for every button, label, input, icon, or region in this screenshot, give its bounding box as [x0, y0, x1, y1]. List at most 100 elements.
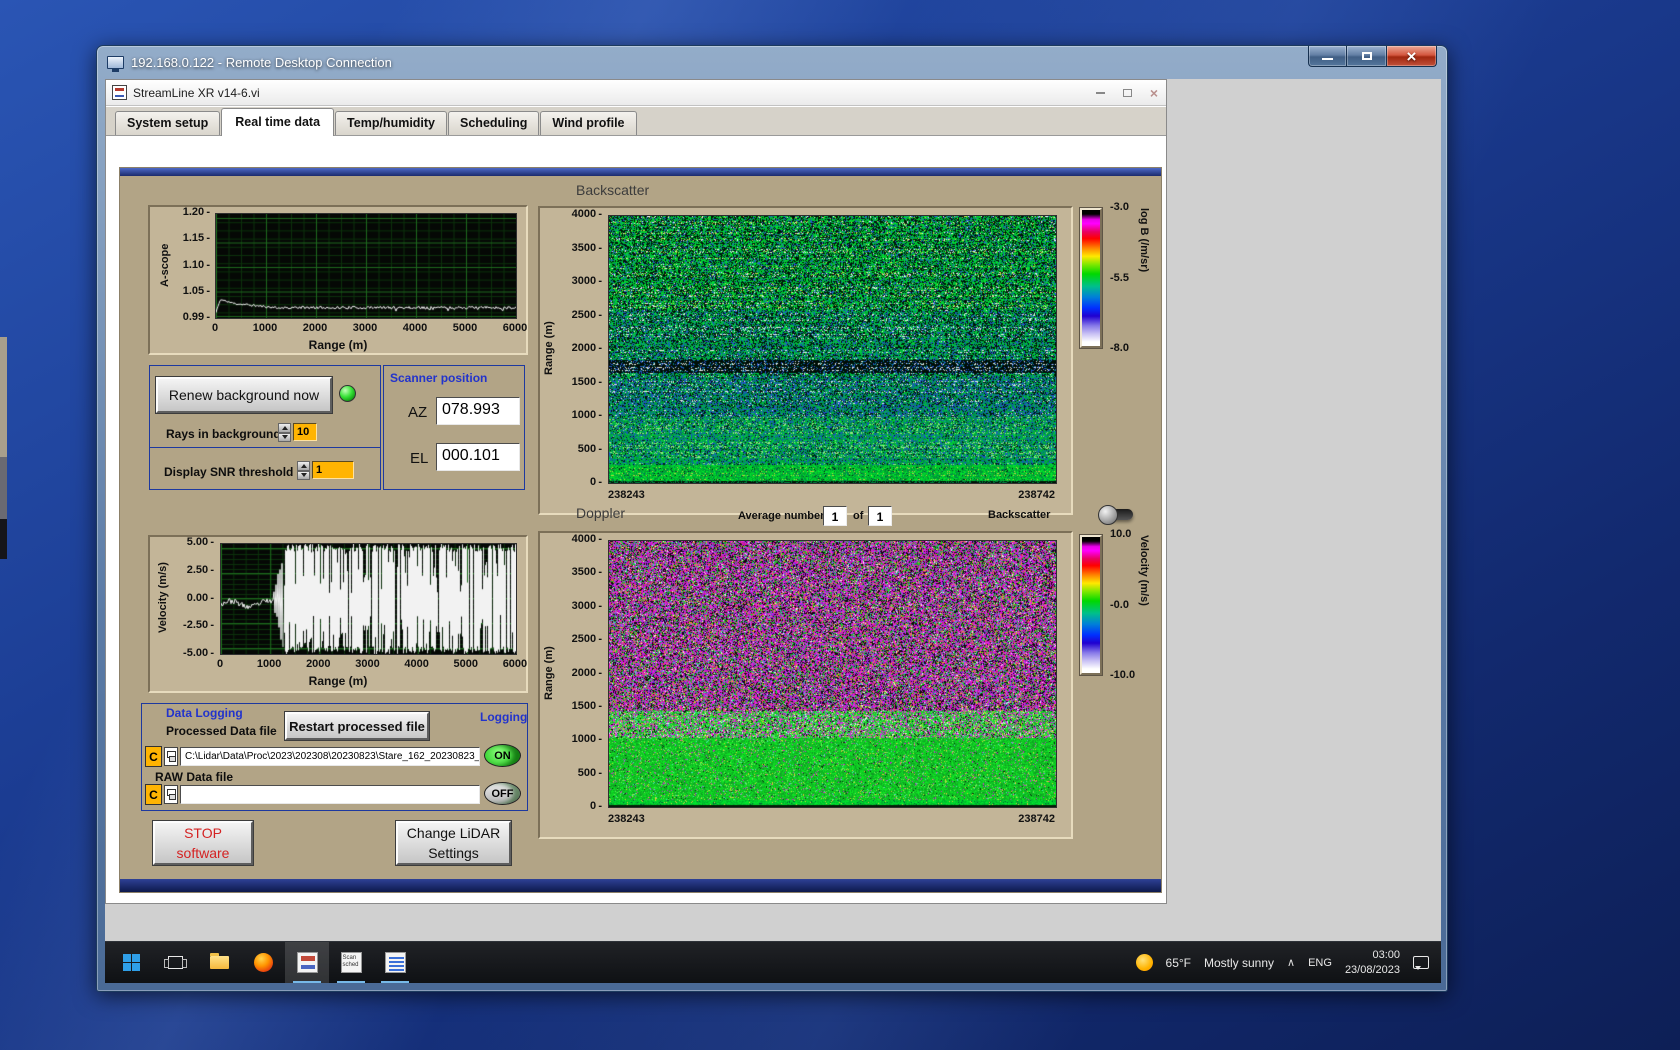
tab-temp-humidity[interactable]: Temp/humidity	[335, 111, 448, 135]
app-minimize-icon[interactable]	[1095, 92, 1105, 94]
desktop-background: 192.168.0.122 - Remote Desktop Connectio…	[0, 0, 1680, 1050]
snr-threshold-field[interactable]: 1	[312, 461, 354, 479]
az-value-field[interactable]: 078.993	[436, 397, 520, 425]
file-explorer-button[interactable]	[197, 942, 241, 984]
tick-label: 500	[578, 443, 602, 455]
raw-drive-selector[interactable]: C	[145, 784, 162, 805]
doppler-heatmap	[609, 541, 1056, 807]
renew-background-button[interactable]: Renew background now	[155, 376, 333, 414]
backscatter-y-axis-label: Range (m)	[543, 321, 555, 376]
hidden-icons-chevron[interactable]: ∧	[1287, 956, 1295, 969]
tick-label: 1000	[572, 734, 602, 745]
snr-spinner[interactable]	[297, 461, 310, 480]
background-window-sliver	[0, 337, 7, 457]
notification-center-icon[interactable]	[1413, 956, 1429, 970]
tick-label: 6000	[502, 322, 528, 334]
raw-path-field[interactable]	[180, 785, 480, 804]
change-lidar-settings-button[interactable]: Change LiDAR Settings	[395, 820, 512, 866]
raw-logging-off-led[interactable]: OFF	[484, 782, 521, 805]
tick-label: 2000	[572, 343, 602, 354]
weather-sun-icon[interactable]	[1135, 954, 1153, 971]
rdp-minimize-button[interactable]	[1308, 46, 1347, 67]
processed-logging-on-led[interactable]: ON	[484, 744, 521, 767]
tick-label: 3000	[572, 600, 602, 612]
tab-wind-profile[interactable]: Wind profile	[540, 111, 637, 135]
tab-system-setup[interactable]: System setup	[115, 111, 221, 135]
taskbar: Scan sched 65°F Mostly sunny ∧ ENG 03:00…	[105, 941, 1441, 983]
rays-in-background-label: Rays in background	[166, 427, 281, 441]
streamline-taskbar-button[interactable]	[285, 941, 329, 983]
scan-scheduler-taskbar-button[interactable]: Scan sched	[329, 942, 373, 983]
decrement-icon[interactable]	[278, 432, 291, 442]
weather-temperature[interactable]: 65°F	[1166, 956, 1191, 970]
data-logging-title: Data Logging	[166, 706, 243, 720]
rdp-window-title: 192.168.0.122 - Remote Desktop Connectio…	[131, 55, 392, 70]
minimize-icon	[1322, 58, 1333, 60]
stop-software-button[interactable]: STOP software	[152, 820, 254, 866]
rdp-titlebar[interactable]: 192.168.0.122 - Remote Desktop Connectio…	[97, 46, 1447, 79]
change-button-line1: Change LiDAR	[406, 825, 501, 841]
processed-browse-icon[interactable]	[164, 747, 178, 766]
doppler-x-labels: 238243 238742	[608, 813, 1055, 825]
tick-label: 0.00	[187, 592, 214, 604]
controls-divider	[150, 447, 380, 448]
background-status-led[interactable]	[339, 385, 356, 402]
stop-button-line2: software	[176, 845, 230, 861]
document-app-taskbar-button[interactable]	[373, 942, 417, 983]
rdp-maximize-button[interactable]	[1347, 46, 1386, 67]
of-label: of	[853, 510, 864, 522]
language-indicator[interactable]: ENG	[1308, 957, 1332, 969]
ascope-y-axis-label: A-scope	[159, 243, 171, 287]
tick-label: 5000	[452, 322, 478, 334]
front-panel: A-scope 1.201.151.101.050.99 01000200030…	[119, 167, 1162, 893]
tab-scheduling[interactable]: Scheduling	[448, 111, 540, 135]
rdp-computer-icon	[107, 56, 124, 72]
tick-label: 2000	[572, 667, 602, 679]
average-number-field[interactable]: 1	[823, 506, 847, 526]
close-icon: ×	[1406, 46, 1417, 66]
app-titlebar[interactable]: StreamLine XR v14-6.vi	[106, 80, 1166, 106]
processed-path-field[interactable]: C:\Lidar\Data\Proc\2023\202308\20230823\…	[180, 747, 480, 766]
background-window-sliver	[0, 457, 7, 519]
clock[interactable]: 03:00 23/08/2023	[1345, 948, 1400, 978]
backscatter-heatmap	[609, 216, 1056, 483]
firefox-button[interactable]	[241, 942, 285, 984]
tick-label: 1500	[572, 700, 602, 712]
tick-label: 1.10	[183, 259, 210, 271]
increment-icon[interactable]	[278, 423, 291, 433]
start-button[interactable]	[109, 942, 153, 984]
velocity-x-ticks: 0 1000 2000 3000 4000 5000 6000	[203, 659, 532, 670]
rdp-close-button[interactable]: ×	[1386, 46, 1437, 67]
rdp-window: 192.168.0.122 - Remote Desktop Connectio…	[96, 45, 1448, 992]
task-view-button[interactable]	[153, 942, 197, 984]
el-value-field[interactable]: 000.101	[436, 443, 520, 471]
tick-label: 4000	[402, 322, 428, 334]
decrement-icon[interactable]	[297, 470, 310, 480]
app-restore-icon[interactable]	[1122, 89, 1132, 97]
data-logging-box: Data Logging Processed Data file Restart…	[141, 703, 528, 811]
tick-label: 1.05	[183, 285, 210, 297]
ascope-plot-area	[215, 213, 517, 319]
labview-vi-icon	[112, 85, 127, 100]
tick-label: 3000	[355, 658, 380, 670]
processed-drive-selector[interactable]: C	[145, 746, 162, 767]
tick-label: 4000	[572, 209, 602, 220]
rays-spinner[interactable]	[278, 423, 291, 442]
tick-label: 500	[578, 767, 602, 779]
tick-label: 3500	[572, 567, 602, 578]
app-close-icon[interactable]: ×	[1150, 86, 1158, 100]
increment-icon[interactable]	[297, 461, 310, 471]
backscatter-title: Backscatter	[576, 182, 650, 198]
doppler-x-end: 238742	[1018, 813, 1055, 825]
restart-processed-file-button[interactable]: Restart processed file	[284, 711, 430, 741]
clock-time: 03:00	[1372, 948, 1400, 961]
rays-in-background-field[interactable]: 10	[293, 423, 317, 441]
tab-real-time-data[interactable]: Real time data	[221, 108, 335, 136]
weather-description[interactable]: Mostly sunny	[1204, 956, 1274, 970]
doppler-plot-frame: Range (m) 4000 3500 3000 2500 2000 1500 1000 50…	[538, 531, 1073, 839]
raw-browse-icon[interactable]	[164, 785, 178, 804]
backscatter-toggle-switch[interactable]	[1098, 505, 1133, 525]
tick-label: 0	[211, 322, 219, 334]
backscatter-plot-frame: Range (m) 4000 3500 3000 2500 2000 1500 1000 50…	[538, 206, 1073, 515]
average-total-field[interactable]: 1	[868, 506, 892, 526]
